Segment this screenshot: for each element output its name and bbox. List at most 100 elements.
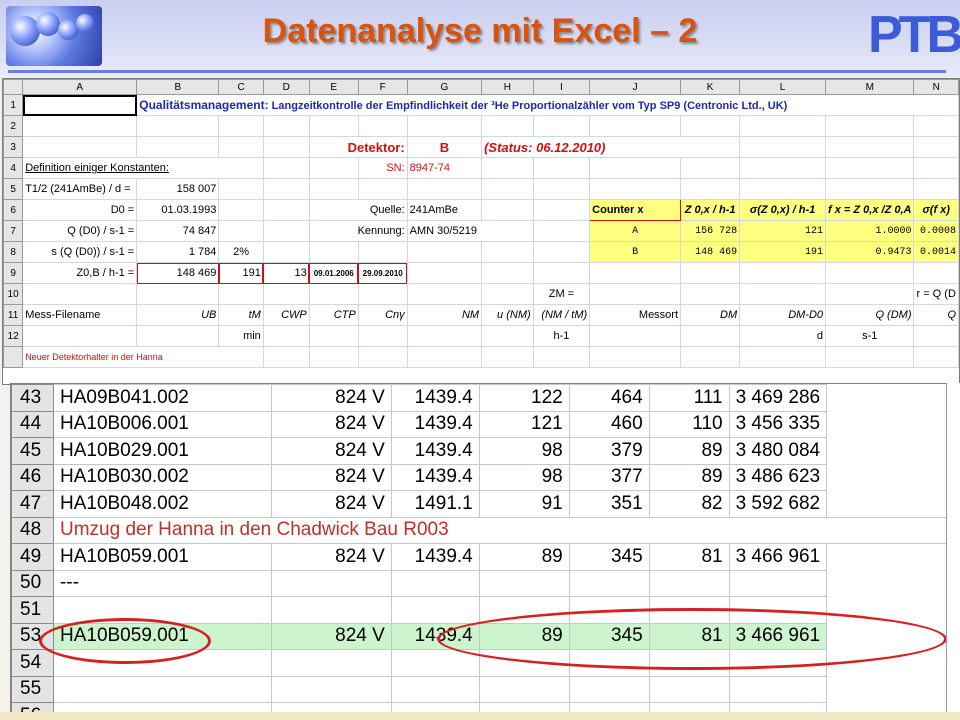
- col-title[interactable]: DM-D0: [739, 304, 827, 326]
- row-number[interactable]: 55: [11, 675, 54, 703]
- col-title[interactable]: DM: [680, 304, 741, 326]
- nm-cell[interactable]: [478, 569, 570, 597]
- col-title[interactable]: Q (DM): [825, 304, 915, 326]
- counter-header[interactable]: f x = Z 0,x /Z 0,A: [825, 199, 915, 221]
- row-number[interactable]: 44: [11, 410, 54, 438]
- sheet-title-cell[interactable]: Qualitätsmanagement: Langzeitkontrolle d…: [136, 94, 959, 116]
- row-number[interactable]: 46: [11, 463, 54, 491]
- row-number[interactable]: 50: [11, 569, 54, 597]
- row-header[interactable]: 4: [3, 157, 24, 179]
- unm-cell[interactable]: 464: [568, 384, 650, 412]
- dm-cell[interactable]: [648, 569, 730, 597]
- filename-cell[interactable]: [52, 675, 272, 703]
- q-d0-label[interactable]: Q (D0) / s-1 =: [22, 220, 138, 242]
- nm-cell[interactable]: [478, 675, 570, 703]
- col-header[interactable]: F: [357, 79, 408, 95]
- q-cell[interactable]: 3 480 084: [728, 437, 828, 465]
- nm-cell[interactable]: 122: [478, 384, 570, 412]
- row-header[interactable]: 2: [3, 115, 24, 137]
- filename-cell[interactable]: HA10B030.002: [52, 463, 272, 491]
- counter-cell[interactable]: B: [589, 241, 682, 263]
- unit-cell[interactable]: s-1: [825, 325, 915, 347]
- note-cell[interactable]: Neuer Detektorhalter in der Hanna: [22, 346, 264, 368]
- filename-cell[interactable]: HA10B059.001: [52, 543, 272, 571]
- row-number[interactable]: 54: [11, 649, 54, 677]
- voltage-cell[interactable]: [270, 649, 392, 677]
- status-cell[interactable]: (Status: 06.12.2010): [481, 136, 741, 158]
- row-number[interactable]: 51: [11, 596, 54, 624]
- half-life-value[interactable]: 158 007: [136, 178, 220, 200]
- detektor-value[interactable]: B: [406, 136, 483, 158]
- z0b-count[interactable]: 13: [262, 262, 310, 284]
- sn-value[interactable]: 8947-74: [406, 157, 483, 179]
- sn-label[interactable]: SN:: [357, 157, 408, 179]
- col-header[interactable]: E: [308, 79, 359, 95]
- col-header[interactable]: L: [739, 79, 827, 95]
- quelle-label[interactable]: Quelle:: [308, 199, 408, 221]
- filename-cell[interactable]: HA09B041.002: [52, 384, 272, 412]
- col-header[interactable]: C: [218, 79, 264, 95]
- q-cell[interactable]: 3 486 623: [728, 463, 828, 491]
- kennung-label[interactable]: Kennung:: [308, 220, 408, 242]
- col-title[interactable]: CWP: [262, 304, 310, 326]
- z0b-label[interactable]: Z0,B / h-1 =: [22, 262, 138, 284]
- row-number[interactable]: 43: [11, 384, 54, 412]
- col-title[interactable]: Q: [913, 304, 959, 326]
- row-header[interactable]: 7: [3, 220, 24, 242]
- row-number[interactable]: 47: [11, 490, 54, 518]
- unm-cell[interactable]: 351: [568, 490, 650, 518]
- counter-header[interactable]: Counter x: [589, 199, 682, 221]
- dm-cell[interactable]: 82: [648, 490, 730, 518]
- col-header[interactable]: J: [589, 79, 682, 95]
- row-number[interactable]: 49: [11, 543, 54, 571]
- col-title[interactable]: Messort: [589, 304, 682, 326]
- s-q-d0-percent[interactable]: 2%: [218, 241, 264, 263]
- nm-cell[interactable]: 98: [478, 437, 570, 465]
- select-all-corner[interactable]: [3, 79, 24, 95]
- voltage-cell[interactable]: [270, 596, 392, 624]
- col-header[interactable]: A: [22, 79, 138, 95]
- voltage-cell[interactable]: 824 V: [270, 622, 392, 650]
- z0b-date-start[interactable]: 09.01.2006: [308, 262, 359, 284]
- col-title[interactable]: Mess-Filename: [22, 304, 138, 326]
- counter-cell[interactable]: 148 469: [680, 241, 741, 263]
- voltage-cell[interactable]: 824 V: [270, 543, 392, 571]
- col-title[interactable]: u (NM): [481, 304, 534, 326]
- counter-header[interactable]: Z 0,x / h-1: [680, 199, 741, 221]
- note-cell[interactable]: Umzug der Hanna in den Chadwick Bau R003: [52, 516, 947, 544]
- unm-cell[interactable]: [568, 569, 650, 597]
- counter-cell[interactable]: 121: [739, 220, 827, 242]
- nm-cell[interactable]: 121: [478, 410, 570, 438]
- col-title[interactable]: NM: [406, 304, 483, 326]
- definition-heading[interactable]: Definition einiger Konstanten:: [22, 157, 264, 179]
- col-header[interactable]: I: [532, 79, 591, 95]
- q-cell[interactable]: 3 466 961: [728, 543, 828, 571]
- s-q-d0-value[interactable]: 1 784: [136, 241, 220, 263]
- q-d0-value[interactable]: 74 847: [136, 220, 220, 242]
- time-cell[interactable]: 1439.4: [390, 384, 480, 412]
- counter-cell[interactable]: 0.0014: [913, 241, 959, 263]
- col-header[interactable]: B: [136, 79, 220, 95]
- counter-cell[interactable]: 191: [739, 241, 827, 263]
- col-header[interactable]: N: [913, 79, 959, 95]
- right-scroll-edge[interactable]: [946, 383, 960, 718]
- dm-cell[interactable]: 110: [648, 410, 730, 438]
- row-header[interactable]: 1: [3, 94, 24, 116]
- col-header[interactable]: K: [680, 79, 741, 95]
- col-title[interactable]: (NM / tM): [532, 304, 591, 326]
- row-header[interactable]: 5: [3, 178, 24, 200]
- time-cell[interactable]: [390, 675, 480, 703]
- s-q-d0-label[interactable]: s (Q (D0)) / s-1 =: [22, 241, 138, 263]
- col-title[interactable]: CTP: [308, 304, 359, 326]
- selected-cell-a1[interactable]: [22, 94, 138, 116]
- row-header[interactable]: 9: [3, 262, 24, 284]
- col-title[interactable]: Cnγ: [357, 304, 408, 326]
- filename-cell[interactable]: HA10B006.001: [52, 410, 272, 438]
- unit-cell[interactable]: min: [218, 325, 264, 347]
- quelle-value[interactable]: 241AmBe: [406, 199, 483, 221]
- unit-cell[interactable]: d: [739, 325, 827, 347]
- time-cell[interactable]: [390, 596, 480, 624]
- q-cell[interactable]: [728, 675, 828, 703]
- nm-cell[interactable]: 89: [478, 543, 570, 571]
- time-cell[interactable]: 1439.4: [390, 410, 480, 438]
